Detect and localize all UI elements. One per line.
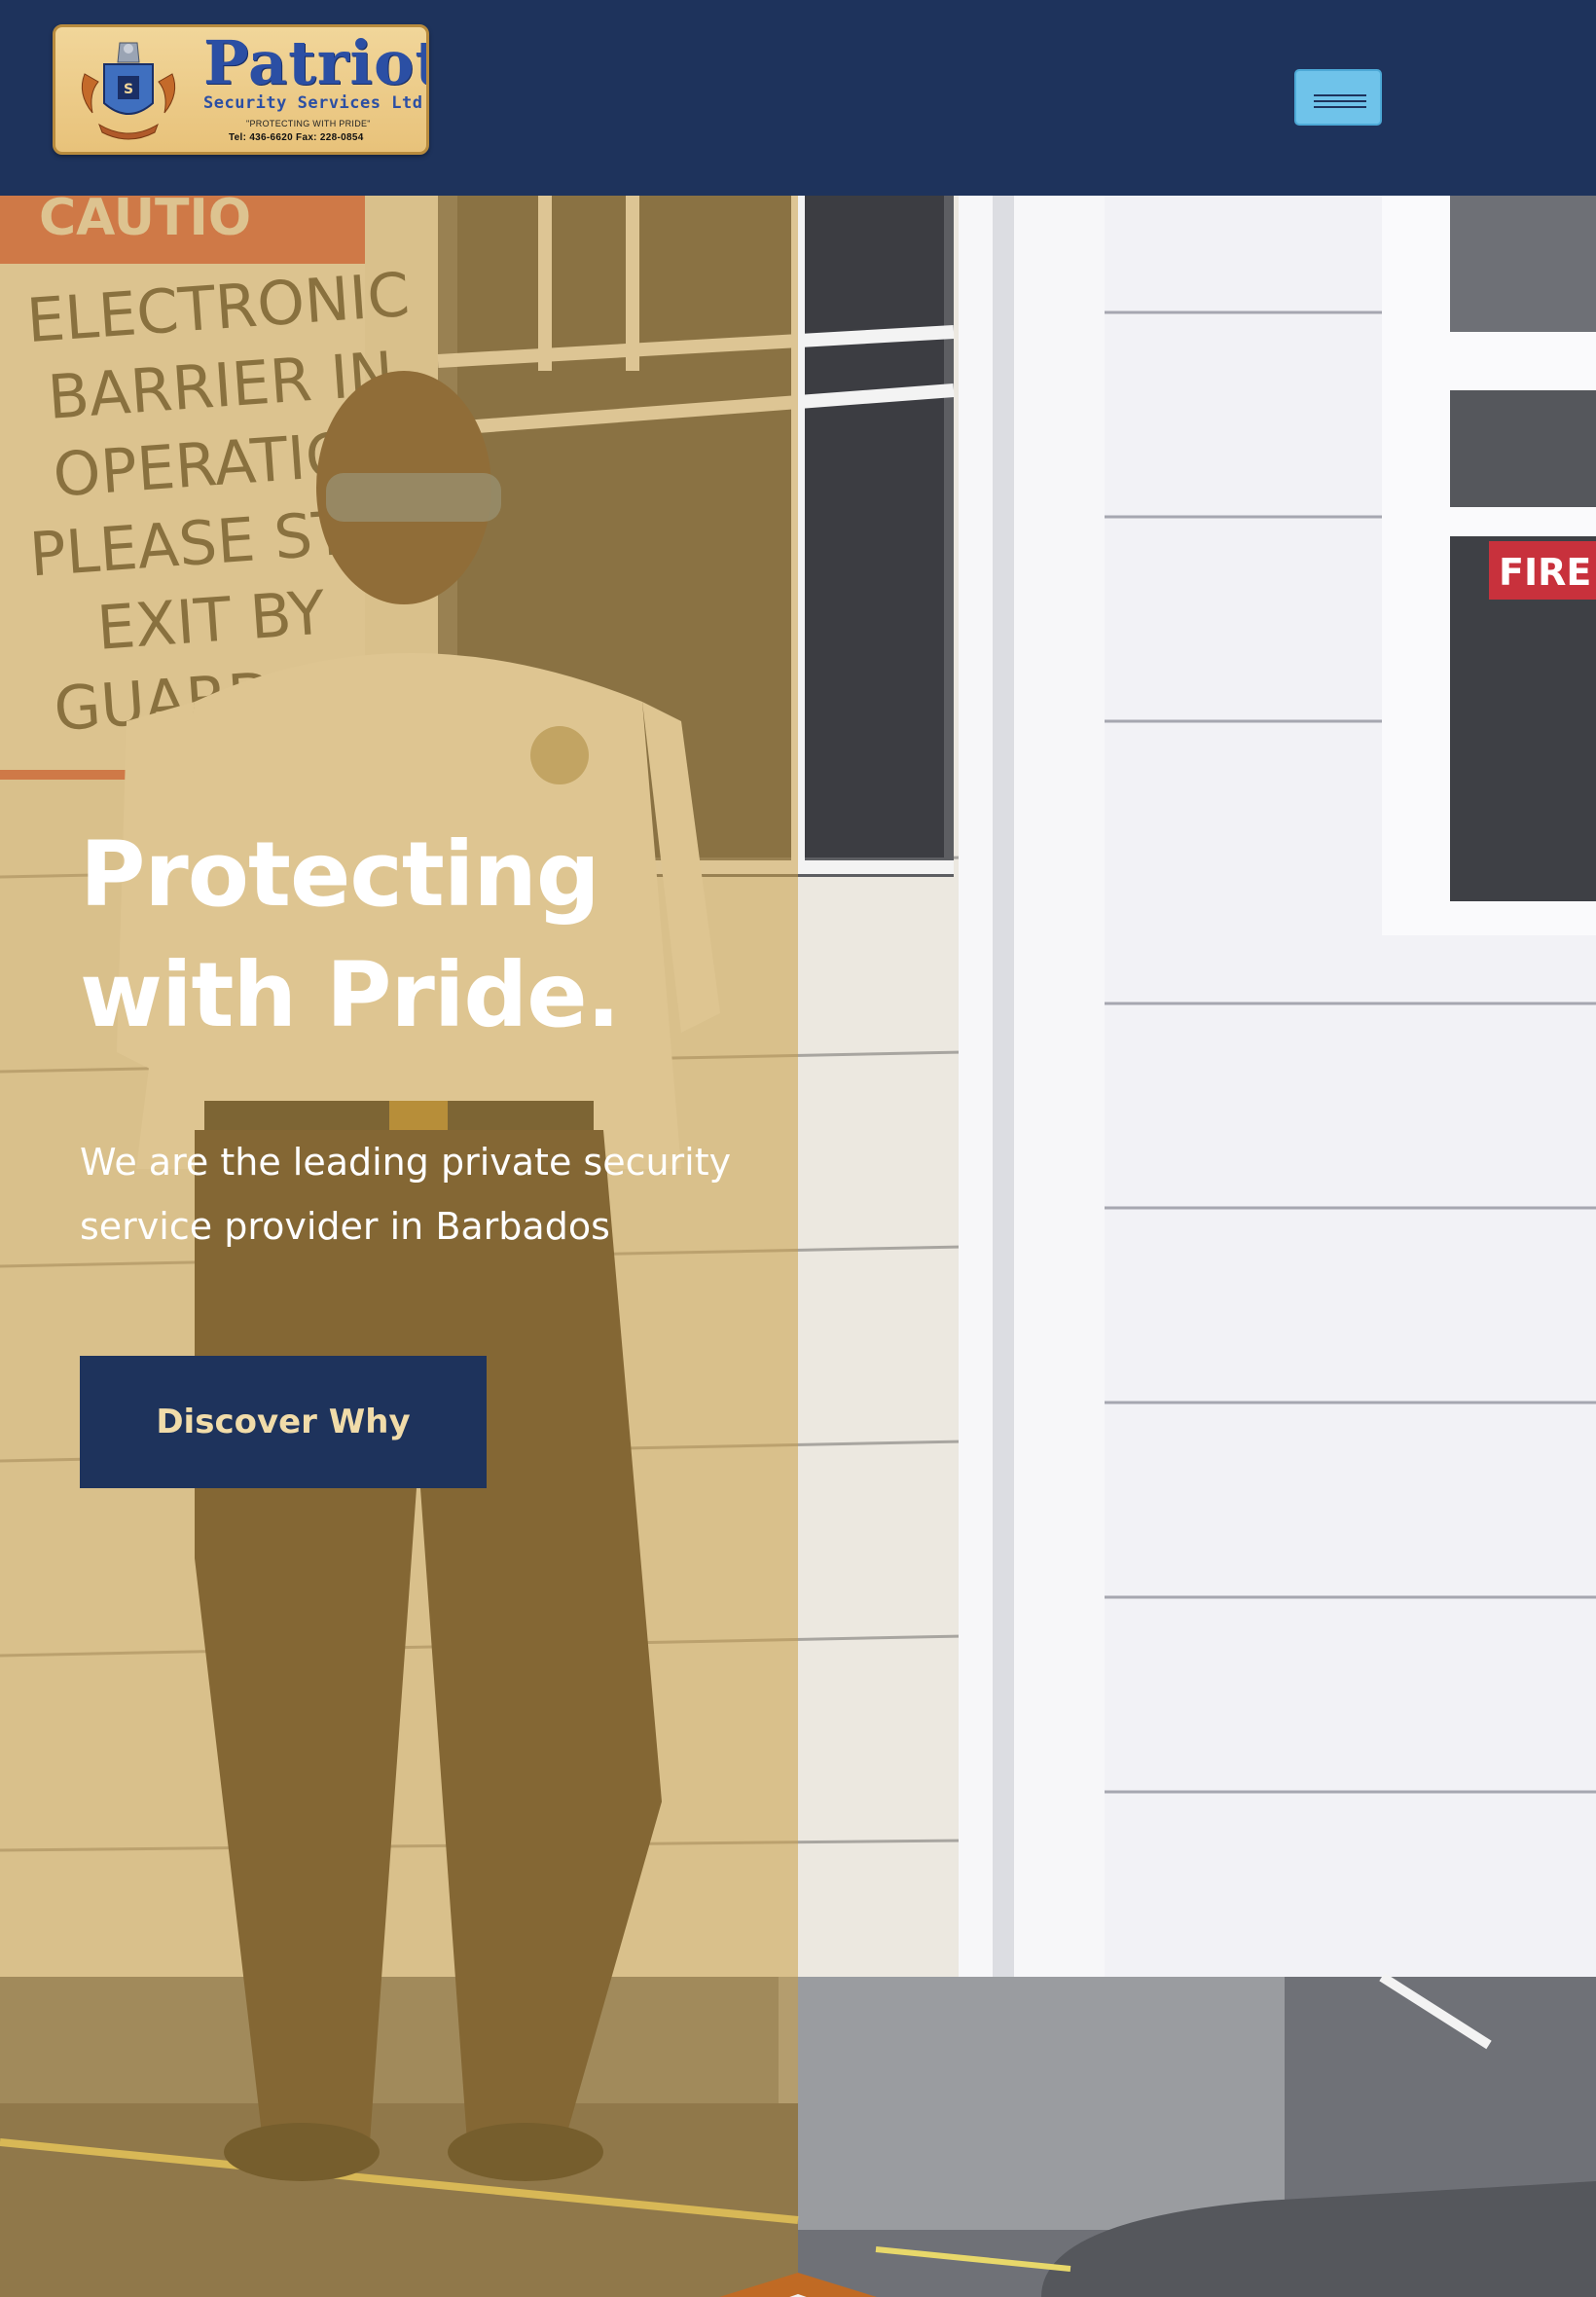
hero-title: Protecting with Pride. <box>80 822 621 1047</box>
scroll-down-tab-icon[interactable] <box>671 2267 925 2297</box>
logo-name: Patriot <box>203 27 429 98</box>
logo-subtitle: Security Services Ltd <box>203 93 423 113</box>
logo-tagline: "PROTECTING WITH PRIDE" <box>246 119 371 128</box>
discover-why-button[interactable]: Discover Why <box>80 1356 487 1488</box>
svg-text:FIRE: FIRE <box>1499 551 1591 594</box>
hero-section: CAUTIO ELECTRONIC BARRIER IN OPERATION P… <box>0 196 1596 2297</box>
company-logo[interactable]: S Patriot Security Services Ltd "PROTECT… <box>53 24 429 155</box>
menu-toggle-button[interactable] <box>1294 69 1382 126</box>
logo-contact: Tel: 436-6620 Fax: 228-0854 <box>229 132 364 143</box>
site-header: S Patriot Security Services Ltd "PROTECT… <box>0 0 1596 196</box>
hero-subtitle: We are the leading private security serv… <box>80 1141 732 1248</box>
svg-text:S: S <box>124 82 133 97</box>
crest-icon: S <box>81 42 176 140</box>
